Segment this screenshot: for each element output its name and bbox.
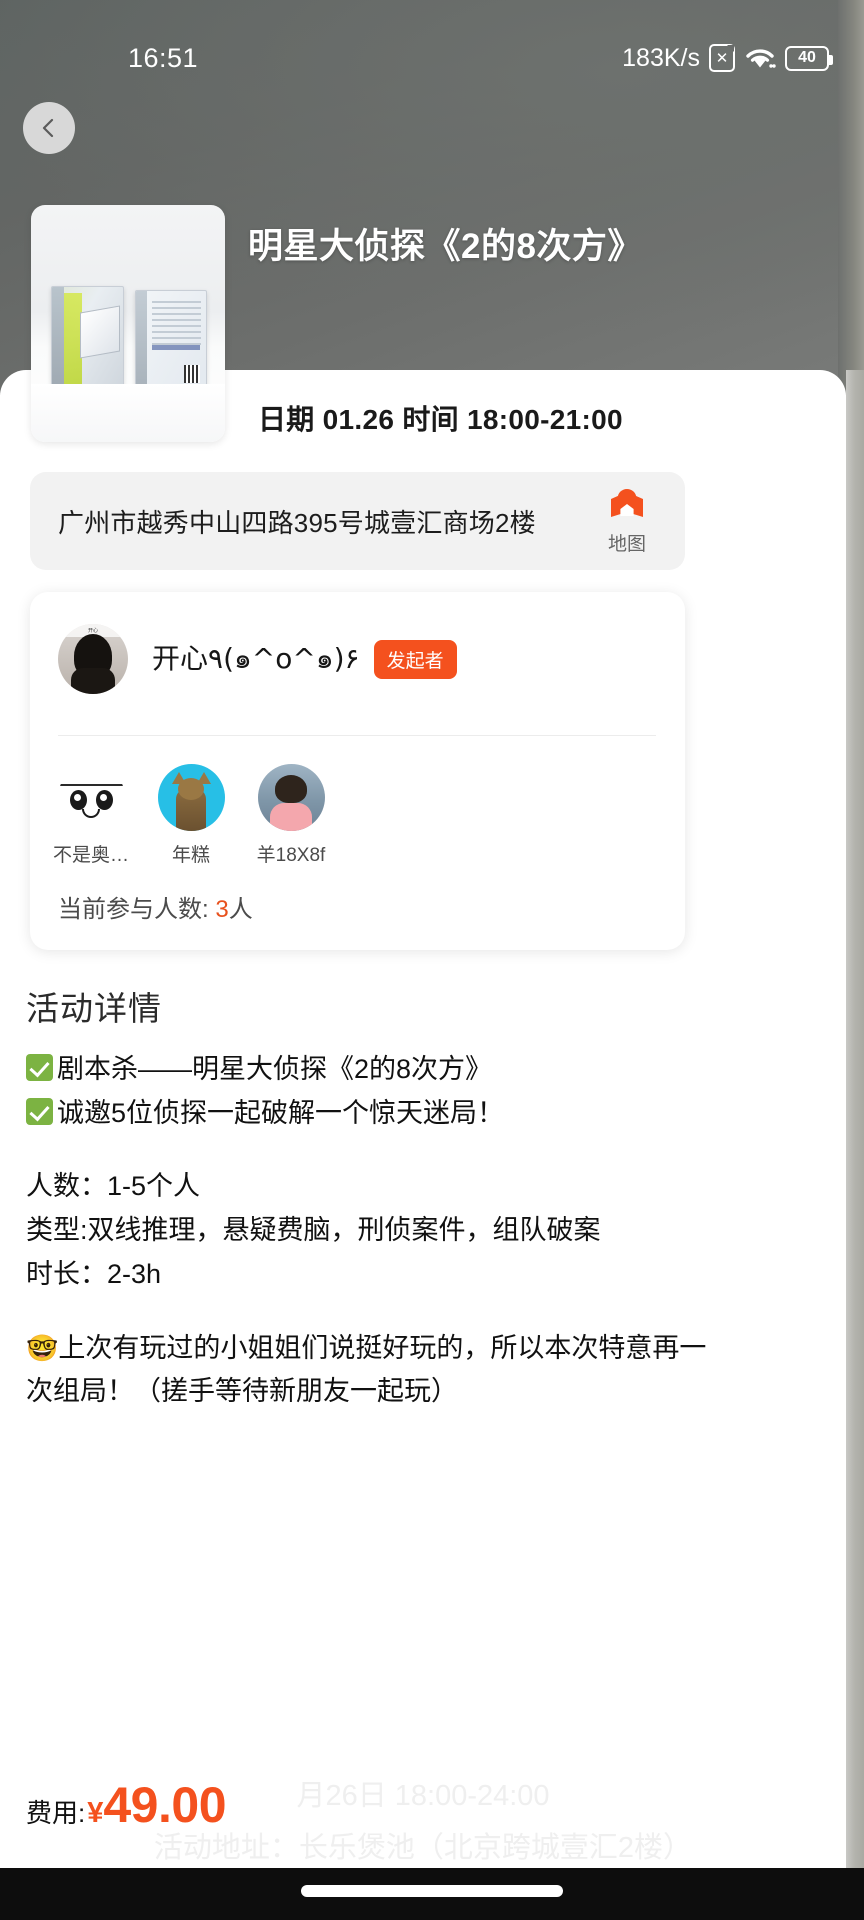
participant-count-label: 当前参与人数: — [58, 896, 216, 923]
detail-section-title: 活动详情 — [26, 990, 162, 1027]
system-navigation-bar — [0, 1868, 864, 1920]
organizer-name: 开心٩(๑^o^๑)۶ — [152, 642, 360, 675]
sim-x-icon: ✕ — [709, 44, 735, 72]
detail-info-line: 类型:双线推理，悬疑费脑，刑侦案件，组队破案 — [26, 1215, 601, 1246]
map-button[interactable]: 地图 — [577, 487, 677, 556]
price-amount: 49.00 — [103, 1777, 226, 1833]
check-mark-icon — [26, 1097, 53, 1125]
thumbnail-floor — [31, 384, 225, 442]
back-chevron-icon — [38, 117, 60, 139]
detail-check-text: 诚邀5位侦探一起破解一个惊天迷局！ — [57, 1097, 505, 1128]
detail-spacer — [26, 1135, 726, 1165]
event-address-text: 广州市越秀中山四路395号城壹汇商场2楼 — [58, 507, 536, 538]
detail-body: 剧本杀——明星大侦探《2的8次方》 诚邀5位侦探一起破解一个惊天迷局！ 人数：1… — [26, 1048, 726, 1414]
status-indicators: 183K/s ✕ 40 — [622, 38, 833, 78]
participant-count: 当前参与人数: 3人 — [58, 889, 253, 924]
avatar[interactable] — [257, 764, 325, 831]
event-address-card[interactable]: 广州市越秀中山四路395号城壹汇商场2楼 地图 — [30, 472, 685, 570]
participants-card: 开心 开心٩(๑^o^๑)۶ 发起者 不是奥… 年糕 羊18X8f 当前参与人数… — [30, 592, 685, 950]
network-speed-text: 183K/s — [622, 44, 700, 72]
map-button-label: 地图 — [607, 533, 646, 555]
list-item[interactable]: 羊18X8f — [256, 764, 326, 867]
event-datetime: 日期 01.26 时间 18:00-21:00 — [258, 404, 623, 435]
status-bar: 16:51 183K/s ✕ 40 — [0, 38, 864, 78]
member-name: 羊18X8f — [256, 845, 326, 866]
detail-info-line: 时长：2-3h — [26, 1258, 162, 1289]
member-list: 不是奥… 年糕 羊18X8f — [53, 764, 326, 867]
member-name: 不是奥… — [53, 845, 130, 866]
nerd-face-emoji: 🤓 — [26, 1332, 59, 1363]
participant-count-unit: 人 — [228, 896, 253, 923]
phone-screen: 16:51 183K/s ✕ 40 明星大侦探《2的8次方》 日期 01.26 … — [0, 0, 864, 1920]
box-back — [135, 290, 207, 390]
home-indicator[interactable] — [301, 1885, 563, 1897]
detail-info-line: 人数：1-5个人 — [26, 1171, 201, 1202]
detail-check-text: 剧本杀——明星大侦探《2的8次方》 — [57, 1054, 493, 1084]
map-pin-icon — [608, 487, 646, 526]
battery-icon: 40 — [785, 45, 833, 71]
avatar[interactable] — [57, 764, 125, 831]
detail-note: 🤓上次有玩过的小姐姐们说挺好玩的，所以本次特意再一次组局！（搓手等待新朋友一起玩… — [26, 1327, 726, 1414]
detail-note-text: 上次有玩过的小姐姐们说挺好玩的，所以本次特意再一次组局！（搓手等待新朋友一起玩） — [26, 1332, 707, 1407]
list-item[interactable]: 年糕 — [156, 764, 226, 867]
member-name: 年糕 — [171, 845, 210, 866]
currency-symbol: ¥ — [87, 1797, 104, 1829]
back-button[interactable] — [23, 102, 75, 154]
card-divider — [58, 735, 656, 736]
avatar[interactable] — [157, 764, 225, 831]
organizer-avatar[interactable]: 开心 — [58, 624, 128, 694]
detail-check-line: 诚邀5位侦探一起破解一个惊天迷局！ — [26, 1092, 726, 1136]
battery-level-text: 40 — [798, 49, 816, 66]
organizer-row[interactable]: 开心 开心٩(๑^o^๑)۶ 发起者 — [58, 624, 457, 694]
participant-count-value: 3 — [215, 896, 229, 923]
organizer-badge: 发起者 — [373, 639, 457, 679]
event-thumbnail[interactable] — [31, 205, 225, 442]
box-front — [51, 286, 124, 390]
page-title: 明星大侦探《2的8次方》 — [248, 227, 643, 266]
check-mark-icon — [26, 1054, 53, 1081]
detail-check-line: 剧本杀——明星大侦探《2的8次方》 — [26, 1048, 726, 1092]
status-time: 16:51 — [128, 43, 199, 73]
price-bar: 费用: ¥ 49.00 — [26, 1776, 226, 1834]
price-label: 费用: — [26, 1798, 86, 1828]
sheet-right-edge — [846, 370, 864, 1920]
list-item[interactable]: 不是奥… — [53, 764, 130, 867]
detail-spacer — [26, 1297, 726, 1327]
wifi-icon — [744, 45, 776, 71]
boardgame-box-art — [31, 270, 225, 390]
